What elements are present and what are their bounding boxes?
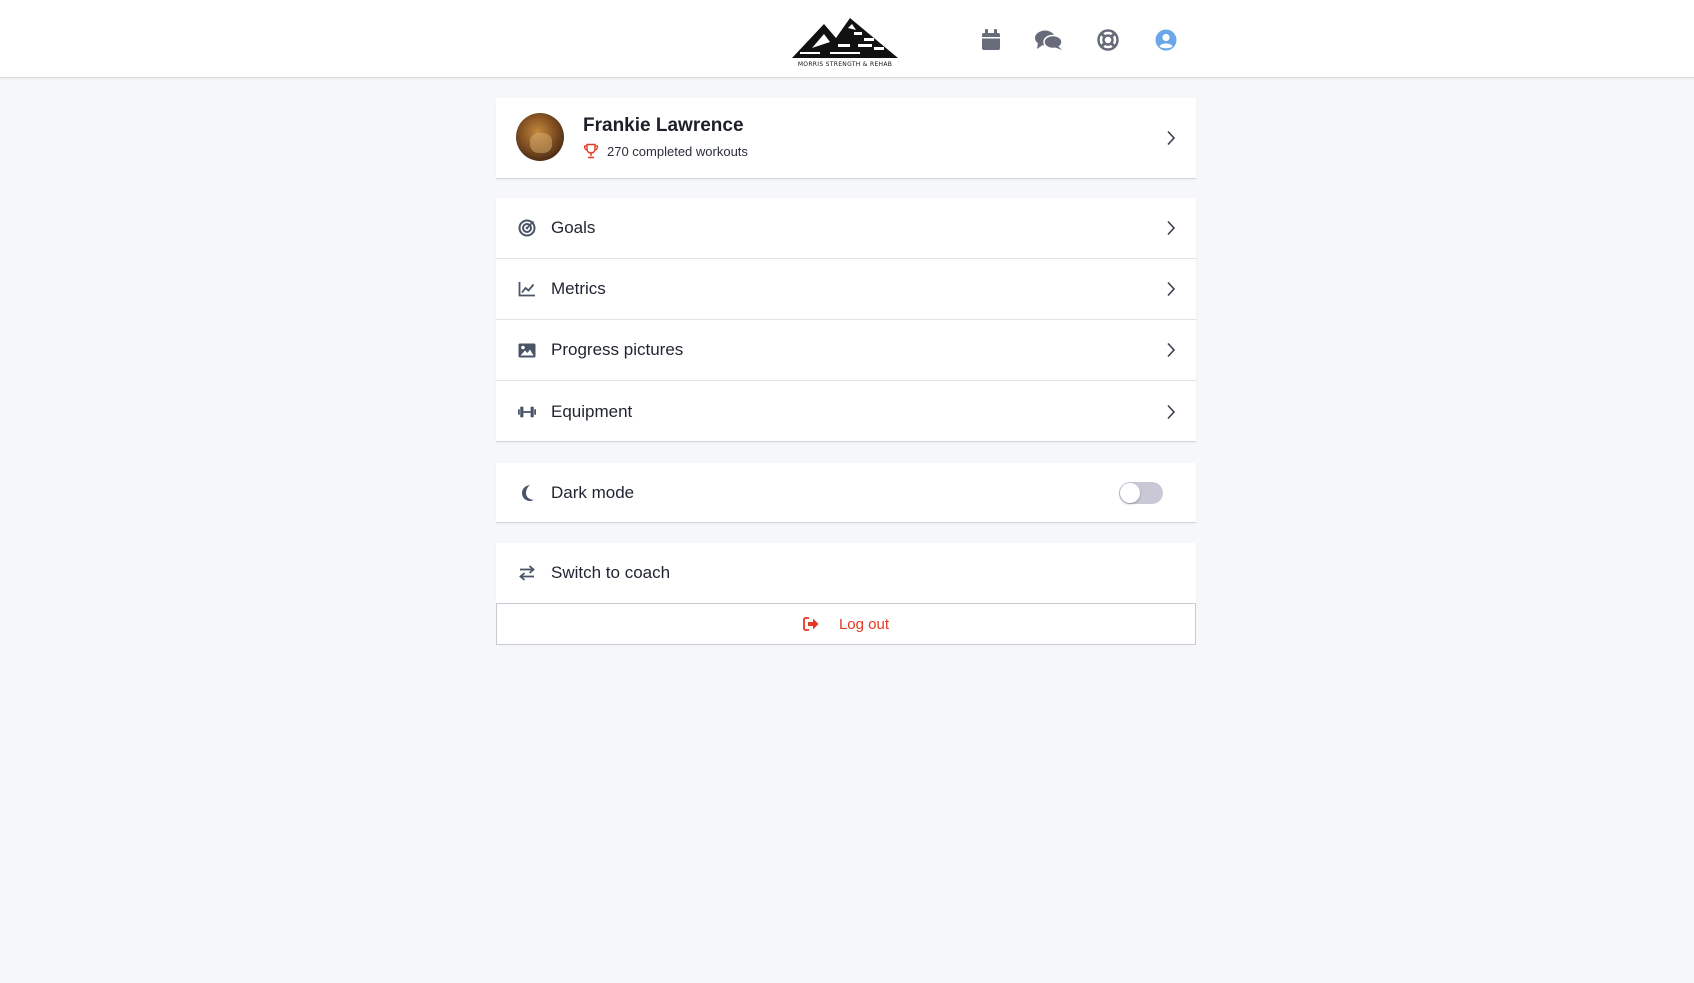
top-navigation-bar: MORRIS STRENGTH & REHAB xyxy=(0,0,1694,78)
swap-arrows-icon xyxy=(518,564,536,582)
mountain-logo-icon xyxy=(792,18,898,58)
workout-count-row: 270 completed workouts xyxy=(583,143,748,159)
dumbbell-icon xyxy=(518,403,536,421)
menu-item-label: Equipment xyxy=(551,401,633,421)
brand-logo[interactable]: MORRIS STRENGTH & REHAB xyxy=(790,14,900,70)
profile-card[interactable]: Frankie Lawrence 270 completed workouts xyxy=(496,98,1196,179)
user-circle-icon xyxy=(1155,29,1177,51)
menu-item-metrics[interactable]: Metrics xyxy=(496,259,1196,320)
sign-out-icon xyxy=(803,617,819,631)
trophy-icon xyxy=(583,143,599,159)
dark-mode-label: Dark mode xyxy=(551,482,635,502)
image-icon xyxy=(518,341,536,359)
profile-nav-button[interactable] xyxy=(1152,26,1180,54)
menu-item-label: Goals xyxy=(551,218,596,237)
chevron-right-icon xyxy=(1167,220,1176,236)
chat-icon xyxy=(1035,30,1063,50)
menu-item-goals[interactable]: Goals xyxy=(496,198,1196,259)
chevron-right-icon xyxy=(1167,404,1176,419)
workout-count-label: 270 completed workouts xyxy=(607,143,748,159)
moon-icon xyxy=(518,484,536,502)
chevron-right-icon xyxy=(1167,130,1176,146)
log-out-label: Log out xyxy=(838,615,890,633)
dark-mode-row: Dark mode xyxy=(496,463,1196,523)
target-icon xyxy=(518,219,536,237)
toggle-knob xyxy=(1120,483,1140,503)
menu-item-equipment[interactable]: Equipment xyxy=(496,381,1196,442)
switch-to-coach-row[interactable]: Switch to coach xyxy=(496,543,1196,603)
chevron-right-icon xyxy=(1167,281,1176,297)
avatar xyxy=(516,113,564,161)
chevron-right-icon xyxy=(1167,342,1176,358)
menu-item-progress-pictures[interactable]: Progress pictures xyxy=(496,320,1196,381)
calendar-nav-button[interactable] xyxy=(977,26,1005,54)
menu-item-label: Metrics xyxy=(551,279,606,298)
dark-mode-toggle[interactable] xyxy=(1119,482,1163,504)
messages-nav-button[interactable] xyxy=(1035,26,1063,54)
profile-menu: Goals Metrics Progress pictures Equipmen… xyxy=(496,198,1196,442)
support-nav-button[interactable] xyxy=(1094,26,1122,54)
profile-name: Frankie Lawrence xyxy=(583,115,744,136)
menu-item-label: Progress pictures xyxy=(551,340,684,359)
brand-logo-text: MORRIS STRENGTH & REHAB xyxy=(797,61,893,68)
line-chart-icon xyxy=(518,280,536,298)
log-out-button[interactable]: Log out xyxy=(496,603,1196,645)
switch-to-coach-label: Switch to coach xyxy=(551,563,671,582)
lifebuoy-icon xyxy=(1097,29,1119,51)
calendar-icon xyxy=(982,29,1000,50)
